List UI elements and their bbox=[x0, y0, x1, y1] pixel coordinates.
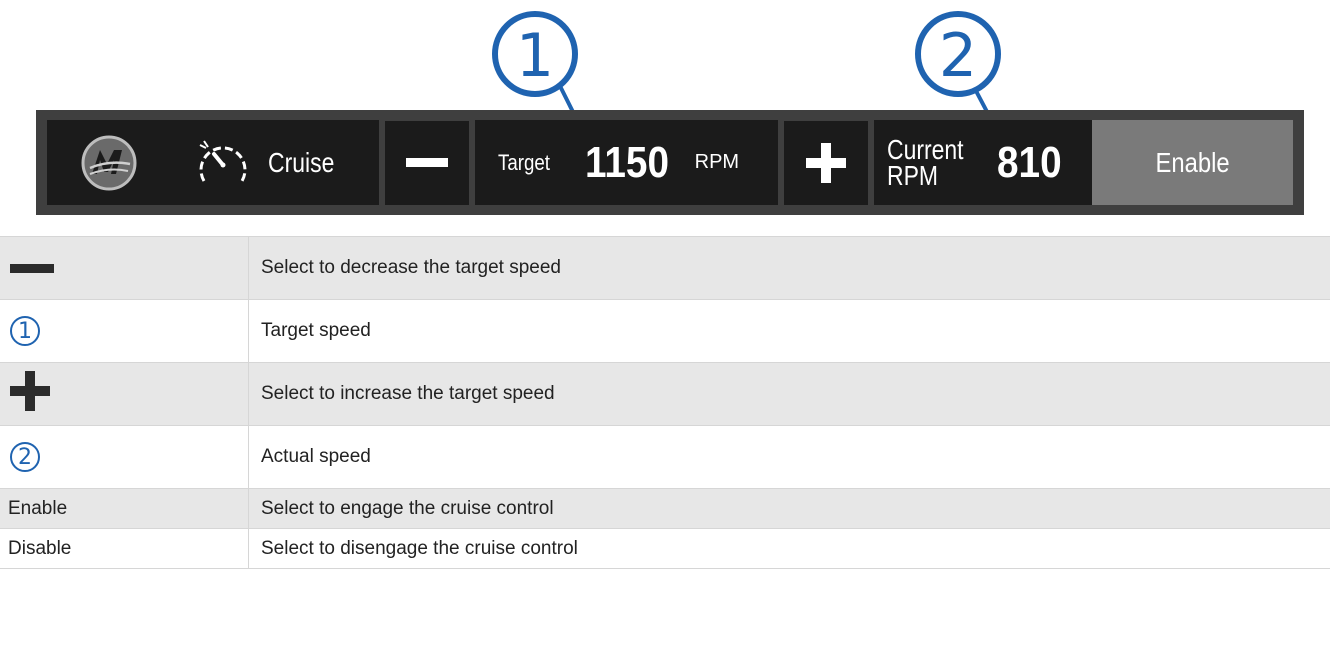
legend-symbol-cell bbox=[0, 236, 249, 300]
legend-description: Select to engage the cruise control bbox=[248, 488, 1330, 529]
enable-button[interactable]: Enable bbox=[1092, 120, 1293, 205]
target-speed: Target 1150 RPM bbox=[475, 120, 778, 205]
callout-1-icon: 1 bbox=[10, 316, 40, 346]
legend-description: Target speed bbox=[248, 299, 1330, 363]
legend-description: Select to increase the target speed bbox=[248, 362, 1330, 426]
table-row: Enable Select to engage the cruise contr… bbox=[0, 488, 1330, 529]
cruise-control-bar-inner: Cruise Target 1150 RPM Current RPM 810 E… bbox=[47, 120, 1293, 205]
target-unit: RPM bbox=[694, 151, 740, 173]
speedometer-icon bbox=[199, 139, 247, 182]
decrease-button-face bbox=[385, 120, 469, 205]
minus-icon bbox=[10, 264, 54, 273]
legend-table: Select to decrease the target speed 1 Ta… bbox=[0, 236, 1330, 569]
legend-symbol-cell bbox=[0, 362, 249, 426]
callout-1-number: 1 bbox=[516, 21, 554, 91]
legend-description: Select to decrease the target speed bbox=[248, 236, 1330, 300]
engine-logo[interactable] bbox=[47, 120, 170, 205]
increase-button[interactable] bbox=[778, 120, 874, 205]
table-row: 2 Actual speed bbox=[0, 425, 1330, 489]
legend-description: Actual speed bbox=[248, 425, 1330, 489]
callout-2-icon: 2 bbox=[10, 442, 40, 472]
table-row: Disable Select to disengage the cruise c… bbox=[0, 528, 1330, 569]
cruise-control-bar: Cruise Target 1150 RPM Current RPM 810 E… bbox=[36, 110, 1304, 215]
callout-2-number: 2 bbox=[939, 21, 977, 91]
table-row: 1 Target speed bbox=[0, 299, 1330, 363]
legend-label: Disable bbox=[0, 528, 249, 569]
cruise-indicator: Cruise bbox=[170, 120, 379, 205]
target-value: 1150 bbox=[585, 137, 670, 187]
table-row: Select to increase the target speed bbox=[0, 362, 1330, 426]
enable-label: Enable bbox=[1155, 146, 1230, 178]
legend-label: Enable bbox=[0, 488, 249, 529]
legend-symbol-cell: 2 bbox=[0, 425, 249, 489]
plus-icon bbox=[806, 142, 846, 183]
current-value: 810 bbox=[997, 137, 1062, 187]
current-label: Current RPM bbox=[887, 133, 964, 191]
table-row: Select to decrease the target speed bbox=[0, 236, 1330, 300]
legend-description: Select to disengage the cruise control bbox=[248, 528, 1330, 569]
current-speed: Current RPM 810 bbox=[874, 120, 1092, 205]
cruise-label: Cruise bbox=[268, 146, 335, 178]
legend-symbol-cell: 1 bbox=[0, 299, 249, 363]
minus-icon bbox=[406, 158, 448, 167]
mercury-logo-icon bbox=[81, 135, 136, 190]
target-label: Target bbox=[498, 149, 550, 175]
increase-button-face bbox=[784, 120, 868, 205]
decrease-button[interactable] bbox=[379, 120, 475, 205]
plus-icon bbox=[10, 371, 50, 411]
